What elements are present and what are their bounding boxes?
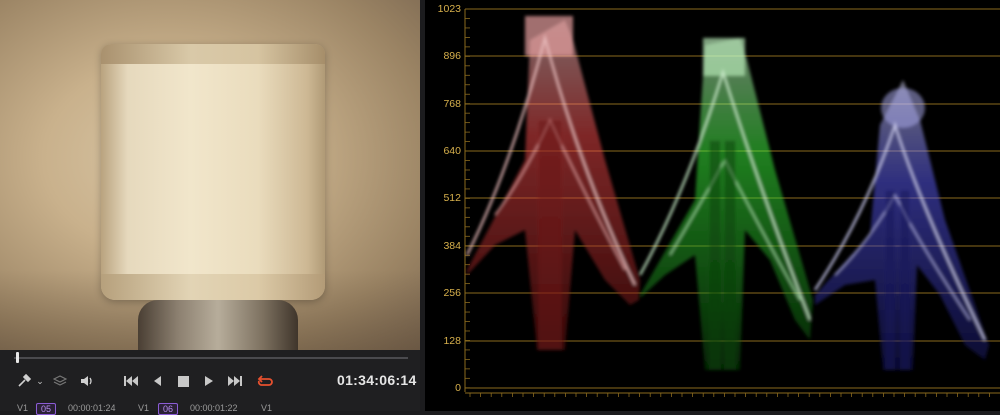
rgb-parade-scope[interactable]: 1023 896 768 640 512 384 256 128 0 xyxy=(425,0,1000,411)
chevron-down-icon[interactable]: ⌄ xyxy=(35,372,45,390)
green-channel-trace xyxy=(639,38,813,370)
clip-badge[interactable]: 05 xyxy=(36,403,57,415)
clip-timecode: 00:00:01:24 xyxy=(68,403,116,413)
resolve-viewer-and-scopes: ⌄ 01:34:06:14 V1 05 00:00:01:24 V1 06 00… xyxy=(0,0,1000,415)
red-channel-trace xyxy=(466,16,640,350)
stop-icon[interactable] xyxy=(176,372,190,390)
scope-y-label: 896 xyxy=(443,50,461,62)
playhead[interactable] xyxy=(16,352,19,363)
layers-icon[interactable] xyxy=(52,372,68,390)
scope-y-label: 768 xyxy=(443,98,461,110)
lamp-base-image xyxy=(138,300,298,350)
scope-y-label: 384 xyxy=(443,240,461,252)
scope-canvas xyxy=(464,8,1000,397)
play-icon[interactable] xyxy=(202,372,216,390)
timecode-readout: 01:34:06:14 xyxy=(337,372,417,388)
clip-track-label: V1 xyxy=(261,403,273,413)
loop-icon[interactable] xyxy=(256,372,274,390)
clip-track-label: V1 xyxy=(138,403,150,413)
clip-badge[interactable]: 06 xyxy=(158,403,179,415)
clip-timecode: 00:00:01:22 xyxy=(190,403,238,413)
scope-y-label: 640 xyxy=(443,145,461,157)
clip-track-label: V1 xyxy=(17,403,29,413)
scope-y-label: 256 xyxy=(443,287,461,299)
blue-channel-trace xyxy=(814,80,989,370)
scope-y-label: 128 xyxy=(443,335,461,347)
scrub-bar[interactable] xyxy=(14,357,408,359)
clip-strip: V1 05 00:00:01:24 V1 06 00:00:01:22 V1 xyxy=(0,400,420,415)
skip-to-start-icon[interactable] xyxy=(122,372,138,390)
scope-y-label: 0 xyxy=(455,382,461,394)
video-viewer[interactable] xyxy=(0,0,420,350)
scope-y-label: 512 xyxy=(443,192,461,204)
lamp-shade-image xyxy=(101,44,325,300)
skip-to-end-icon[interactable] xyxy=(226,372,244,390)
volume-icon[interactable] xyxy=(79,372,95,390)
step-back-icon[interactable] xyxy=(150,372,164,390)
scope-y-label: 1023 xyxy=(437,3,461,15)
eyedropper-icon[interactable] xyxy=(16,372,32,390)
